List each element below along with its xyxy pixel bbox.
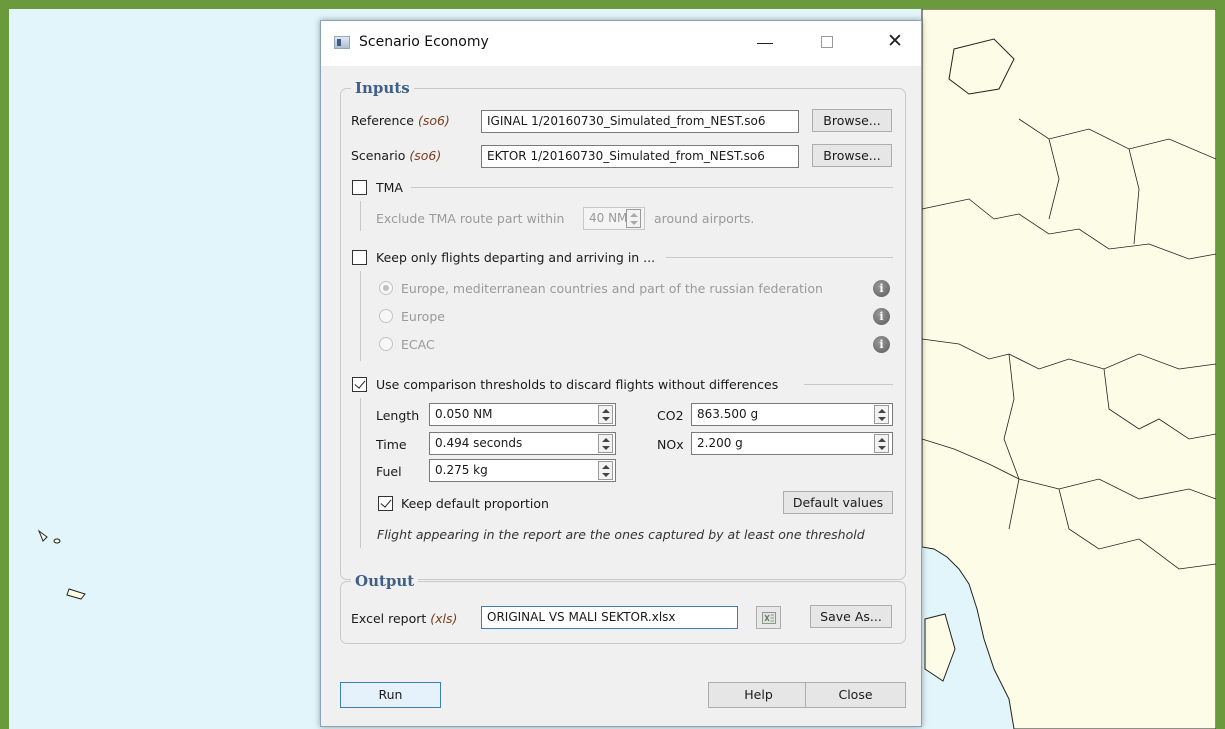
radio-label-europe-med-russia: Europe, mediterranean countries and part…	[401, 281, 823, 296]
thresholds-label: Use comparison thresholds to discard fli…	[376, 377, 779, 392]
thresholds-divider	[804, 384, 893, 385]
fuel-spinner[interactable]	[598, 461, 613, 480]
excel-file-icon	[761, 612, 776, 624]
fuel-field[interactable]: 0.275 kg	[429, 459, 616, 482]
thresholds-indent-line	[360, 398, 361, 548]
tma-checkbox[interactable]	[352, 180, 367, 195]
fuel-label: Fuel	[376, 464, 402, 479]
map-island-dot	[53, 538, 61, 544]
scenario-browse-button[interactable]: Browse...	[812, 144, 892, 167]
tma-indent-line	[360, 201, 361, 231]
maximize-button[interactable]	[821, 36, 833, 48]
keep-flights-indent-line	[360, 271, 361, 361]
scenario-economy-dialog: Scenario Economy ✕ Inputs Reference (so6…	[320, 20, 922, 727]
help-button[interactable]: Help	[708, 682, 809, 708]
keep-flights-label: Keep only flights departing and arriving…	[376, 250, 656, 265]
co2-spinner[interactable]	[874, 405, 889, 424]
default-values-button[interactable]: Default values	[783, 491, 893, 514]
tma-distance-spinner[interactable]	[626, 209, 641, 228]
map-island-tiny	[37, 529, 48, 542]
map-island-small	[66, 588, 86, 600]
radio-label-ecac: ECAC	[401, 337, 435, 352]
keep-flights-divider	[666, 257, 893, 258]
tma-label: TMA	[376, 180, 403, 195]
info-icon[interactable]: i	[873, 280, 890, 297]
dialog-title: Scenario Economy	[359, 34, 489, 50]
length-label: Length	[376, 408, 420, 423]
inputs-group-title: Inputs	[351, 79, 414, 97]
time-field[interactable]: 0.494 seconds	[429, 432, 616, 455]
info-icon[interactable]: i	[873, 336, 890, 353]
radio-europe[interactable]	[379, 309, 393, 323]
time-label: Time	[376, 437, 407, 452]
tma-text-before: Exclude TMA route part within	[376, 211, 565, 226]
reference-browse-button[interactable]: Browse...	[812, 109, 892, 132]
close-button[interactable]: Close	[805, 682, 906, 708]
reference-field[interactable]: IGINAL 1/20160730_Simulated_from_NEST.so…	[481, 110, 799, 133]
co2-field[interactable]: 863.500 g	[691, 403, 893, 426]
output-group-title: Output	[351, 572, 419, 590]
length-field[interactable]: 0.050 NM	[429, 403, 616, 426]
keep-default-proportion-checkbox[interactable]	[378, 496, 393, 511]
radio-ecac[interactable]	[379, 337, 393, 351]
time-spinner[interactable]	[598, 434, 613, 453]
map-landmass	[921, 9, 1216, 729]
thresholds-note: Flight appearing in the report are the o…	[377, 527, 865, 542]
close-icon[interactable]: ✕	[883, 29, 907, 53]
reference-label: Reference (so6)	[351, 113, 450, 128]
info-icon[interactable]: i	[873, 308, 890, 325]
nox-field[interactable]: 2.200 g	[691, 432, 893, 455]
scenario-field[interactable]: EKTOR 1/20160730_Simulated_from_NEST.so6	[481, 145, 799, 168]
excel-open-icon[interactable]	[756, 606, 781, 629]
tma-text-after: around airports.	[654, 211, 755, 226]
keep-flights-checkbox[interactable]	[352, 250, 367, 265]
length-spinner[interactable]	[598, 405, 613, 424]
title-bar: Scenario Economy ✕	[321, 21, 921, 66]
save-as-button[interactable]: Save As...	[810, 605, 892, 628]
run-button[interactable]: Run	[340, 682, 441, 708]
radio-label-europe: Europe	[401, 309, 445, 324]
map-sardinia	[924, 613, 956, 682]
radio-europe-med-russia[interactable]	[379, 281, 393, 295]
thresholds-checkbox[interactable]	[352, 377, 367, 392]
app-icon	[334, 36, 350, 49]
co2-label: CO2	[657, 408, 684, 423]
scenario-label: Scenario (so6)	[351, 148, 442, 163]
nox-spinner[interactable]	[874, 434, 889, 453]
nox-label: NOx	[657, 437, 684, 452]
tma-divider	[411, 187, 893, 188]
keep-default-proportion-label: Keep default proportion	[401, 496, 549, 511]
excel-report-field[interactable]: ORIGINAL VS MALI SEKTOR.xlsx	[481, 606, 738, 629]
excel-report-label: Excel report (xls)	[351, 611, 458, 626]
minimize-button[interactable]	[757, 43, 773, 44]
